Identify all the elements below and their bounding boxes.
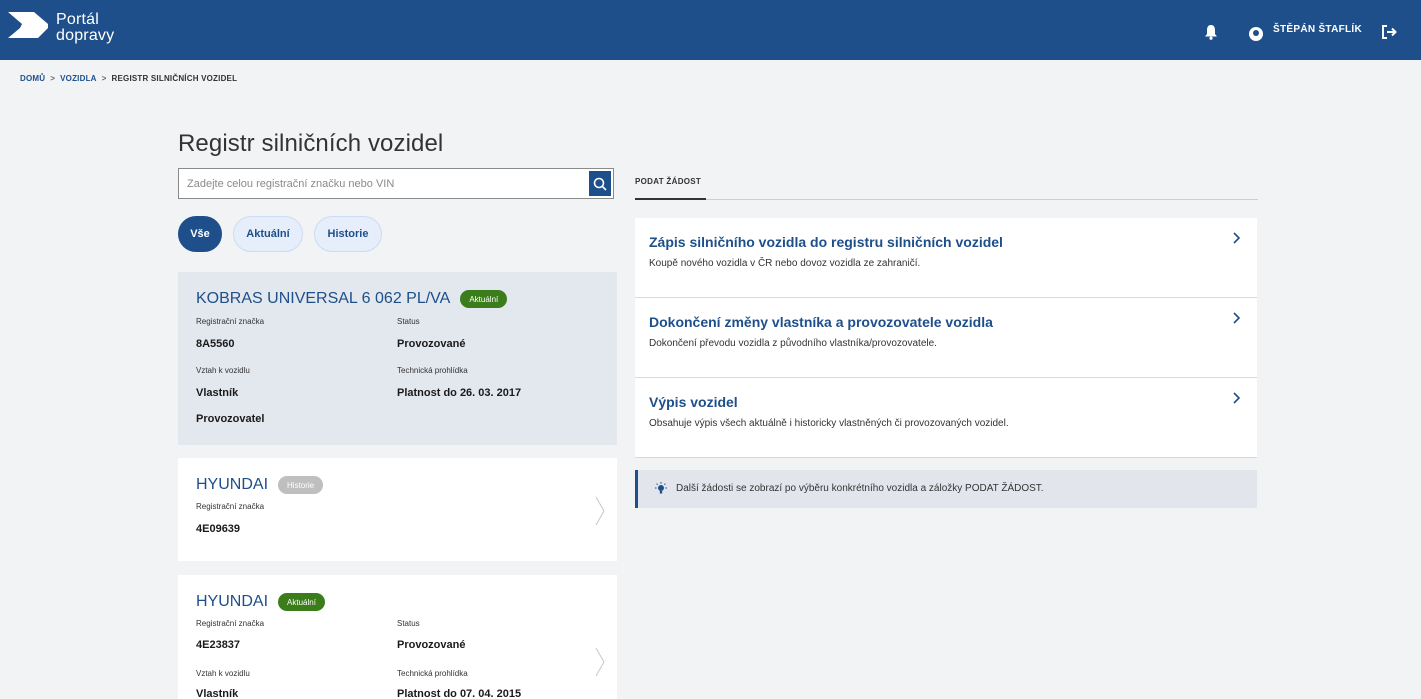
- status-label: Status: [397, 619, 420, 628]
- filter-history-button[interactable]: Historie: [314, 216, 382, 252]
- breadcrumb: DOMŮ > VOZIDLA > REGISTR SILNIČNÍCH VOZIDEL: [20, 74, 237, 83]
- action-item[interactable]: Výpis vozidel Obsahuje výpis všech aktuá…: [635, 378, 1257, 458]
- inspection-value: Platnost do 26. 03. 2017: [397, 387, 522, 399]
- bell-icon[interactable]: [1204, 24, 1218, 40]
- logout-icon[interactable]: [1382, 25, 1398, 39]
- status-label: Status: [397, 317, 420, 326]
- info-notice: Další žádosti se zobrazí po výběru konkr…: [635, 470, 1257, 508]
- tab-active-indicator: [635, 198, 706, 200]
- relation-value: Provozovatel: [196, 413, 265, 425]
- vehicle-title: HYUNDAI: [196, 593, 269, 610]
- user-icon[interactable]: [1249, 27, 1263, 41]
- chevron-right-icon: [1233, 312, 1241, 324]
- action-title[interactable]: Výpis vozidel: [649, 394, 738, 410]
- reg-value: 4E09639: [196, 523, 241, 535]
- tab-divider: [635, 199, 1258, 200]
- chevron-right-icon: [1233, 232, 1241, 244]
- breadcrumb-current: REGISTR SILNIČNÍCH VOZIDEL: [111, 74, 238, 83]
- status-value: Provozované: [397, 639, 466, 651]
- breadcrumb-separator: >: [101, 74, 107, 83]
- vehicle-title: KOBRAS UNIVERSAL 6 062 PL/VA: [196, 290, 451, 307]
- status-badge: Historie: [278, 476, 324, 494]
- vehicle-card[interactable]: KOBRAS UNIVERSAL 6 062 PL/VA Aktuální Re…: [178, 272, 617, 445]
- chevron-right-icon: [595, 496, 605, 526]
- filter-current-button[interactable]: Aktuální: [233, 216, 303, 252]
- breadcrumb-home[interactable]: DOMŮ: [20, 74, 45, 83]
- reg-value: 8A5560: [196, 338, 235, 350]
- status-badge: Aktuální: [278, 593, 325, 611]
- page-title: Registr silničních vozidel: [178, 130, 444, 157]
- action-description: Obsahuje výpis všech aktuálně i historic…: [649, 418, 1009, 429]
- vehicle-title: HYUNDAI: [196, 476, 269, 493]
- reg-label: Registrační značka: [196, 317, 265, 326]
- chevron-right-icon: [1233, 392, 1241, 404]
- top-bar: Portál dopravy ŠTĚPÁN ŠTAFLÍK: [0, 0, 1421, 60]
- status-badge: Aktuální: [460, 290, 508, 308]
- action-description: Koupě nového vozidla v ČR nebo dovoz voz…: [649, 258, 921, 269]
- info-text: Další žádosti se zobrazí po výběru konkr…: [676, 483, 1044, 494]
- action-title[interactable]: Dokončení změny vlastníka a provozovatel…: [649, 314, 993, 330]
- search-button[interactable]: [589, 171, 611, 196]
- action-item[interactable]: Dokončení změny vlastníka a provozovatel…: [635, 298, 1257, 378]
- status-value: Provozované: [397, 338, 466, 350]
- tab-submit-request[interactable]: PODAT ŽÁDOST: [635, 177, 701, 186]
- action-item[interactable]: Zápis silničního vozidla do registru sil…: [635, 218, 1257, 298]
- action-title[interactable]: Zápis silničního vozidla do registru sil…: [649, 234, 1003, 250]
- inspection-label: Technická prohlídka: [397, 669, 468, 678]
- breadcrumb-vehicles[interactable]: VOZIDLA: [60, 74, 97, 83]
- relation-label: Vztah k vozidlu: [196, 669, 250, 678]
- search-icon: [593, 177, 607, 191]
- reg-value: 4E23837: [196, 639, 241, 651]
- user-name[interactable]: ŠTĚPÁN ŠTAFLÍK: [1273, 24, 1362, 35]
- chevron-right-icon: [595, 647, 605, 677]
- logo-line1: Portál: [56, 11, 99, 28]
- vehicle-card[interactable]: HYUNDAI Historie Registrační značka 4E09…: [178, 458, 617, 561]
- logo[interactable]: Portál dopravy: [8, 10, 114, 46]
- relation-value: Vlastník: [196, 387, 239, 399]
- logo-icon: [8, 12, 48, 38]
- action-description: Dokončení převodu vozidla z původního vl…: [649, 338, 937, 349]
- reg-label: Registrační značka: [196, 619, 265, 628]
- relation-label: Vztah k vozidlu: [196, 366, 250, 375]
- vehicle-card[interactable]: HYUNDAI Aktuální Registrační značka Stat…: [178, 575, 617, 699]
- search-box: [178, 168, 614, 199]
- logo-line2: dopravy: [56, 27, 115, 44]
- search-input[interactable]: [179, 169, 579, 198]
- inspection-label: Technická prohlídka: [397, 366, 468, 375]
- inspection-value: Platnost do 07. 04. 2015: [397, 688, 522, 699]
- reg-label: Registrační značka: [196, 502, 265, 511]
- filter-all-button[interactable]: Vše: [178, 216, 222, 252]
- breadcrumb-separator: >: [50, 74, 56, 83]
- lightbulb-icon: [655, 482, 667, 494]
- relation-value: Vlastník: [196, 688, 239, 699]
